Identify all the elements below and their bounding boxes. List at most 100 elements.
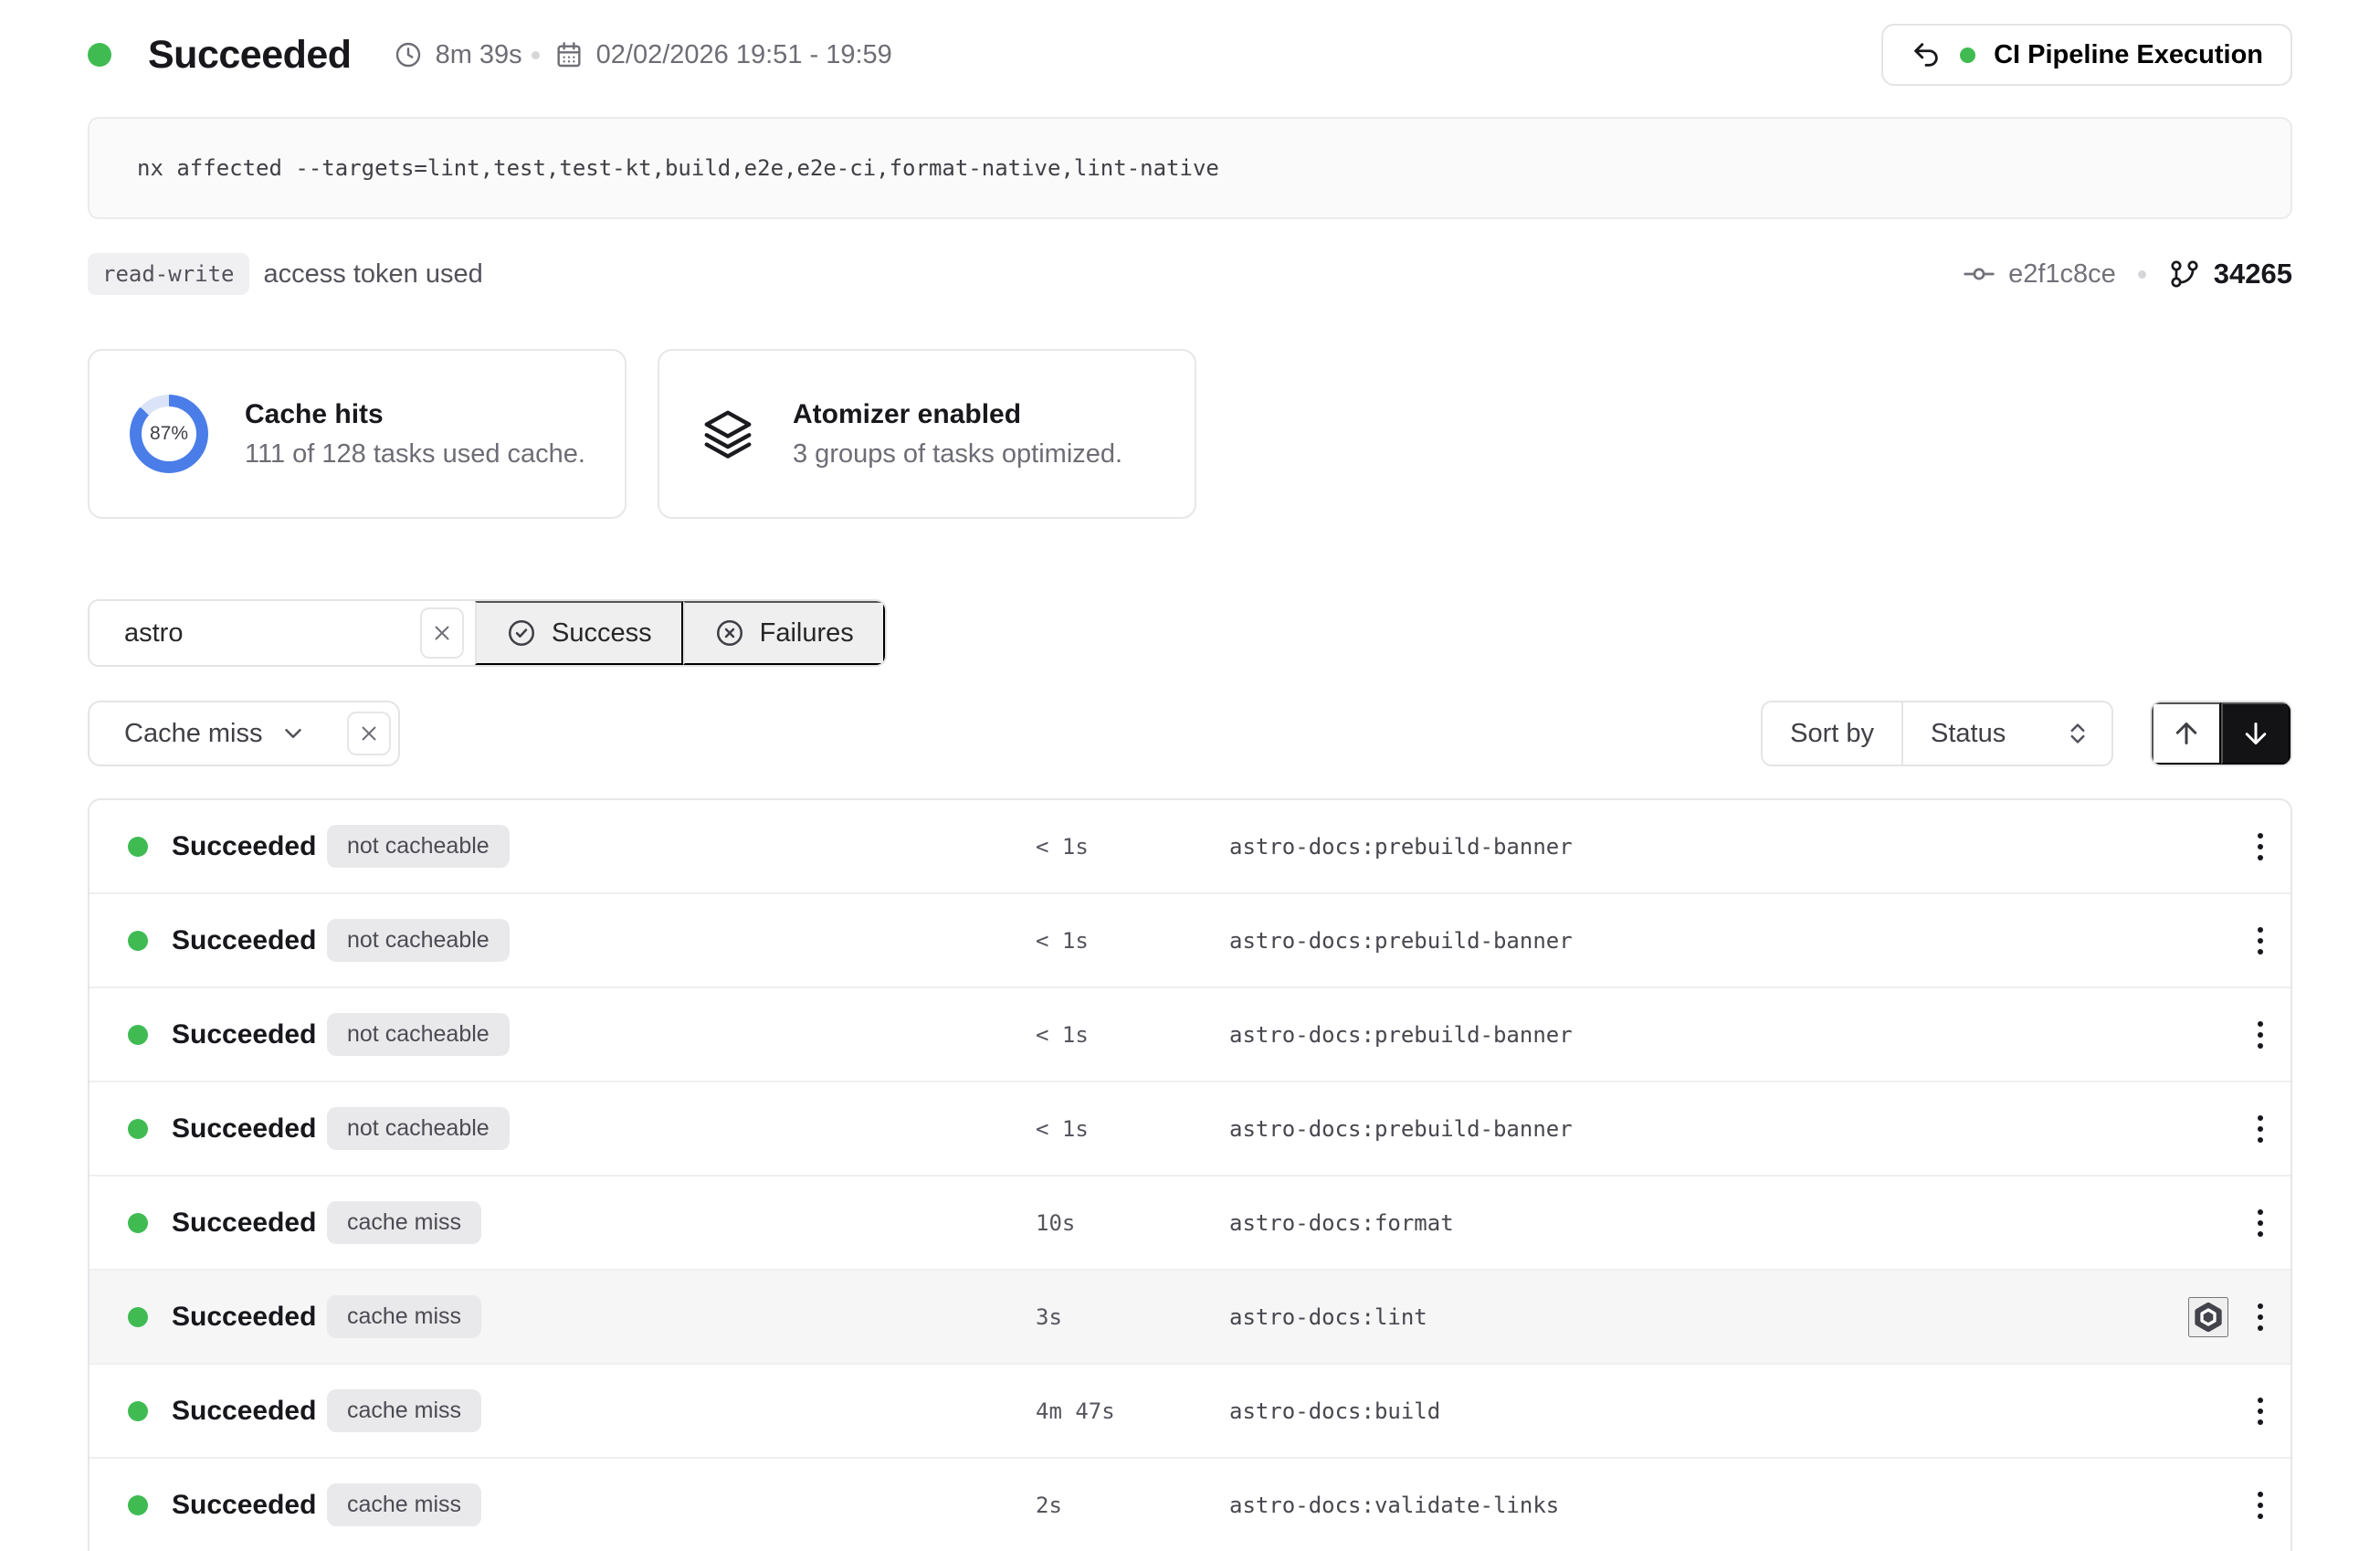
token-scope-badge: read-write [88, 253, 249, 295]
branch-count[interactable]: 34265 [2214, 258, 2292, 290]
task-duration: 2s [1036, 1493, 1062, 1518]
task-status-label: Succeeded [172, 1113, 327, 1145]
task-row[interactable]: Succeeded cache miss 3s astro-docs:lint [90, 1271, 2290, 1365]
task-list: Succeeded not cacheable < 1s astro-docs:… [88, 798, 2292, 1551]
task-name[interactable]: astro-docs:build [1229, 1398, 1440, 1424]
atomizer-card: Atomizer enabled 3 groups of tasks optim… [658, 349, 1196, 519]
x-circle-icon [714, 617, 745, 649]
pipeline-button-label: CI Pipeline Execution [1994, 40, 2263, 70]
task-row[interactable]: Succeeded not cacheable < 1s astro-docs:… [90, 1082, 2290, 1176]
ci-run-page: Succeeded 8m 39s 02/02/2026 19:51 - 19:5… [0, 0, 2380, 1551]
clear-chip-button[interactable] [347, 712, 391, 755]
back-arrow-icon [1911, 39, 1942, 70]
task-name[interactable]: astro-docs:lint [1229, 1304, 1427, 1330]
task-row[interactable]: Succeeded not cacheable < 1s astro-docs:… [90, 988, 2290, 1082]
commit-hash[interactable]: e2f1c8ce [2008, 259, 2116, 290]
filter-failures-label: Failures [760, 618, 854, 649]
task-cache-badge: not cacheable [327, 825, 510, 868]
task-cache-badge: not cacheable [327, 1013, 510, 1056]
task-status-dot [128, 1025, 148, 1045]
task-row[interactable]: Succeeded not cacheable < 1s astro-docs:… [90, 800, 2290, 894]
task-status-dot [128, 1119, 148, 1139]
task-status-label: Succeeded [172, 1490, 327, 1521]
task-name[interactable]: astro-docs:validate-links [1229, 1493, 1559, 1518]
task-status-dot [128, 1307, 148, 1327]
cache-hits-donut: 87% [130, 395, 208, 473]
search-value: astro [124, 618, 183, 649]
task-status-label: Succeeded [172, 1019, 327, 1050]
task-status-label: Succeeded [172, 1302, 327, 1333]
sort-field-value: Status [1931, 719, 2006, 749]
row-menu-kebab-icon[interactable] [2254, 1298, 2267, 1336]
task-duration: < 1s [1036, 834, 1089, 860]
cache-miss-filter-chip[interactable]: Cache miss [88, 701, 400, 766]
pipeline-execution-button[interactable]: CI Pipeline Execution [1881, 24, 2292, 86]
task-row-actions [2254, 1110, 2267, 1148]
task-duration: < 1s [1036, 928, 1089, 954]
separator-dot [2138, 270, 2146, 279]
pipeline-status-dot [1960, 47, 1975, 63]
filter-success-button[interactable]: Success [475, 601, 683, 665]
clear-search-button[interactable] [420, 607, 464, 659]
row-menu-kebab-icon[interactable] [2254, 1204, 2267, 1242]
check-circle-icon [506, 617, 537, 649]
task-status-dot [128, 1401, 148, 1421]
row-menu-kebab-icon[interactable] [2254, 1392, 2267, 1430]
summary-cards: 87% Cache hits 111 of 128 tasks used cac… [88, 349, 2292, 519]
task-cache-badge: not cacheable [327, 919, 510, 962]
filter-failures-button[interactable]: Failures [683, 601, 885, 665]
run-duration: 8m 39s [394, 40, 522, 70]
task-row[interactable]: Succeeded not cacheable < 1s astro-docs:… [90, 894, 2290, 988]
search-filter-group: astro Success Failures [88, 599, 887, 667]
cache-hits-percent: 87% [150, 423, 188, 445]
sort-field-select[interactable]: Status [1903, 702, 2111, 765]
chevron-down-icon [279, 720, 307, 747]
row-menu-kebab-icon[interactable] [2254, 828, 2267, 866]
list-controls: Cache miss Sort by Status [88, 701, 2292, 766]
sort-by-label: Sort by [1763, 702, 1903, 765]
task-status-label: Succeeded [172, 1396, 327, 1427]
run-header: Succeeded 8m 39s 02/02/2026 19:51 - 19:5… [88, 22, 2292, 88]
sort-descending-button[interactable] [2221, 702, 2290, 765]
command-box: nx affected --targets=lint,test,test-kt,… [88, 117, 2292, 219]
self-healing-hexagon-icon[interactable] [2188, 1297, 2228, 1337]
task-name[interactable]: astro-docs:format [1229, 1210, 1454, 1236]
task-row[interactable]: Succeeded cache miss 4m 47s astro-docs:b… [90, 1365, 2290, 1459]
row-menu-kebab-icon[interactable] [2254, 1110, 2267, 1148]
task-duration: < 1s [1036, 1022, 1089, 1048]
search-input[interactable]: astro [90, 601, 475, 665]
status-dot [88, 43, 111, 67]
row-menu-kebab-icon[interactable] [2254, 1016, 2267, 1054]
task-row-actions [2254, 1204, 2267, 1242]
row-menu-kebab-icon[interactable] [2254, 922, 2267, 960]
close-icon [357, 722, 381, 745]
task-cache-badge: cache miss [327, 1295, 481, 1338]
token-row: read-write access token used e2f1c8ce 34… [88, 250, 2292, 298]
row-menu-kebab-icon[interactable] [2254, 1486, 2267, 1525]
task-row[interactable]: Succeeded cache miss 10s astro-docs:form… [90, 1176, 2290, 1271]
cache-hits-title: Cache hits [245, 399, 585, 430]
atomizer-subtitle: 3 groups of tasks optimized. [793, 439, 1122, 470]
filter-success-label: Success [552, 618, 652, 649]
task-name[interactable]: astro-docs:prebuild-banner [1229, 928, 1573, 954]
task-status-label: Succeeded [172, 925, 327, 956]
git-commit-icon [1963, 258, 1996, 290]
calendar-icon [554, 40, 584, 69]
run-daterange-label: 02/02/2026 19:51 - 19:59 [596, 40, 892, 70]
clock-icon [394, 40, 423, 69]
task-duration: 10s [1036, 1210, 1075, 1236]
task-name[interactable]: astro-docs:prebuild-banner [1229, 1022, 1573, 1048]
task-row[interactable]: Succeeded cache miss 2s astro-docs:valid… [90, 1459, 2290, 1551]
task-status-dot [128, 837, 148, 857]
task-cache-badge: cache miss [327, 1483, 481, 1526]
task-cache-badge: cache miss [327, 1389, 481, 1432]
task-status-dot [128, 1495, 148, 1515]
task-name[interactable]: astro-docs:prebuild-banner [1229, 1116, 1573, 1142]
task-status-dot [128, 931, 148, 951]
task-name[interactable]: astro-docs:prebuild-banner [1229, 834, 1573, 860]
task-status-label: Succeeded [172, 1208, 327, 1239]
task-status-dot [128, 1213, 148, 1233]
task-row-actions [2188, 1297, 2267, 1337]
sort-ascending-button[interactable] [2152, 702, 2221, 765]
sort-direction-group [2150, 701, 2292, 766]
